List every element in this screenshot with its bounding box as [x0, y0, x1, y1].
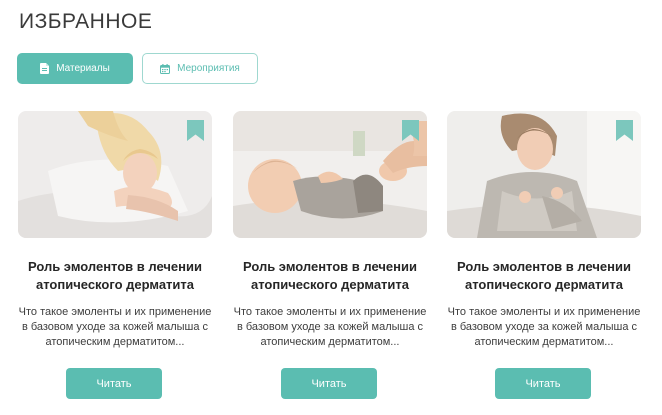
article-card: Роль эмолентов в лечении атопического де…	[447, 111, 641, 399]
article-card: Роль эмолентов в лечении атопического де…	[233, 111, 427, 399]
read-button[interactable]: Читать	[66, 368, 162, 399]
card-title[interactable]: Роль эмолентов в лечении атопического де…	[8, 258, 222, 294]
page-title: ИЗБРАННОЕ	[19, 10, 153, 33]
tabs: Материалы Мероприятия	[17, 53, 258, 84]
card-description: Что такое эмоленты и их применение в баз…	[18, 306, 212, 348]
card-image[interactable]	[233, 111, 427, 238]
card-image[interactable]	[447, 111, 641, 238]
document-icon	[40, 63, 50, 74]
card-description: Что такое эмоленты и их применение в баз…	[447, 306, 641, 348]
bookmark-icon[interactable]	[616, 120, 633, 141]
read-button[interactable]: Читать	[281, 368, 377, 399]
calendar-icon	[160, 63, 171, 74]
card-title[interactable]: Роль эмолентов в лечении атопического де…	[223, 258, 437, 294]
read-button[interactable]: Читать	[495, 368, 591, 399]
tab-events[interactable]: Мероприятия	[142, 53, 258, 84]
article-card: Роль эмолентов в лечении атопического де…	[18, 111, 212, 399]
tab-materials-label: Материалы	[56, 63, 110, 74]
tab-materials[interactable]: Материалы	[17, 53, 133, 84]
card-image[interactable]	[18, 111, 212, 238]
tab-events-label: Мероприятия	[177, 63, 240, 74]
card-description: Что такое эмоленты и их применение в баз…	[233, 306, 427, 348]
card-title[interactable]: Роль эмолентов в лечении атопического де…	[437, 258, 651, 294]
bookmark-icon[interactable]	[402, 120, 419, 141]
bookmark-icon[interactable]	[187, 120, 204, 141]
